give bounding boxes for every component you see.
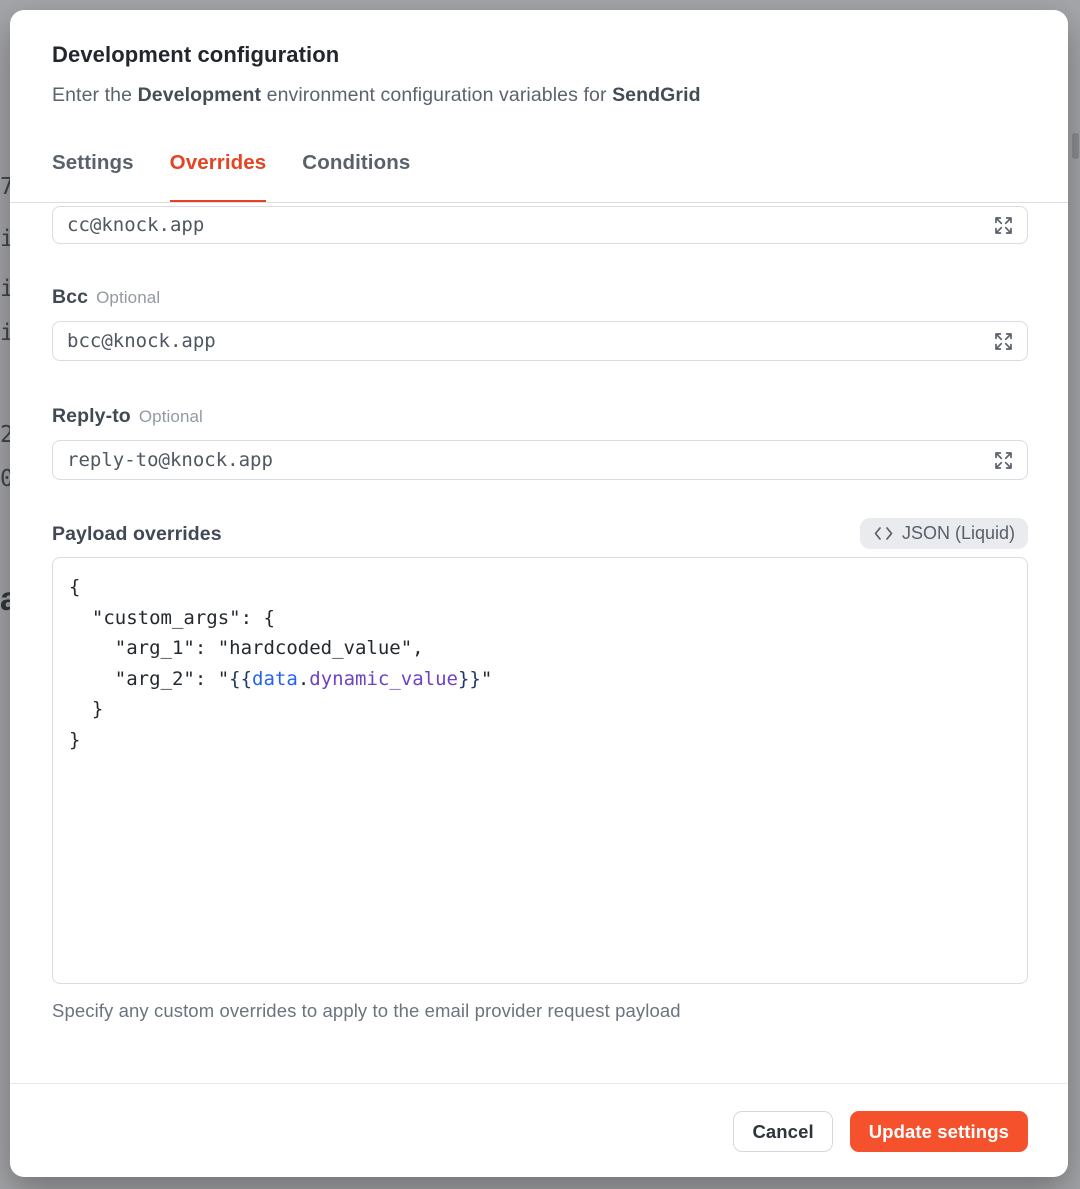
bcc-label: Bcc Optional — [52, 286, 160, 309]
payload-code-editor[interactable]: { "custom_args": { "arg_1": "hardcoded_v… — [52, 557, 1028, 984]
page: { "background": { "fragments": [ { "char… — [0, 0, 1080, 1189]
json-liquid-badge: JSON (Liquid) — [860, 518, 1028, 549]
subtitle-provider: SendGrid — [612, 84, 701, 106]
subtitle-lead: Enter the — [52, 84, 138, 106]
subtitle-mid: environment configuration variables for — [261, 84, 612, 106]
reply-to-label-text: Reply-to — [52, 405, 131, 427]
cc-field — [52, 206, 1028, 244]
reply-to-input[interactable] — [53, 441, 992, 479]
bcc-optional-text: Optional — [96, 288, 160, 307]
tab-conditions[interactable]: Conditions — [302, 151, 410, 203]
reply-to-field — [52, 440, 1028, 480]
json-liquid-badge-text: JSON (Liquid) — [902, 523, 1015, 544]
reply-to-optional-text: Optional — [139, 407, 203, 426]
tabs-divider — [10, 202, 1068, 203]
footer-divider — [10, 1083, 1068, 1084]
tab-settings[interactable]: Settings — [52, 151, 134, 203]
modal-title: Development configuration — [52, 42, 339, 68]
bcc-label-text: Bcc — [52, 286, 88, 308]
bcc-input[interactable] — [53, 322, 992, 360]
payload-helper-text: Specify any custom overrides to apply to… — [52, 1000, 681, 1022]
code-line: } — [69, 725, 1011, 756]
reply-to-label: Reply-to Optional — [52, 405, 203, 428]
footer-actions: Cancel Update settings — [733, 1111, 1028, 1152]
cancel-button[interactable]: Cancel — [733, 1111, 832, 1152]
code-line: } — [69, 694, 1011, 725]
update-settings-button[interactable]: Update settings — [850, 1111, 1028, 1152]
code-line: { — [69, 572, 1011, 603]
page-scrollbar-thumb — [1072, 133, 1079, 159]
expand-icon[interactable] — [992, 214, 1014, 236]
modal-tabs: Settings Overrides Conditions — [52, 151, 410, 203]
cc-input[interactable] — [53, 207, 992, 243]
subtitle-environment: Development — [138, 84, 262, 106]
code-brackets-icon — [873, 526, 894, 541]
payload-overrides-label: Payload overrides — [52, 523, 222, 546]
code-line: "arg_1": "hardcoded_value", — [69, 633, 1011, 664]
modal-subtitle: Enter the Development environment config… — [52, 84, 701, 107]
development-configuration-modal: Development configuration Enter the Deve… — [10, 10, 1068, 1177]
expand-icon[interactable] — [992, 449, 1014, 471]
code-line: "arg_2": "{{data.dynamic_value}}" — [69, 664, 1011, 695]
expand-icon[interactable] — [992, 330, 1014, 352]
bcc-field — [52, 321, 1028, 361]
code-line: "custom_args": { — [69, 603, 1011, 634]
tab-overrides[interactable]: Overrides — [170, 151, 267, 203]
